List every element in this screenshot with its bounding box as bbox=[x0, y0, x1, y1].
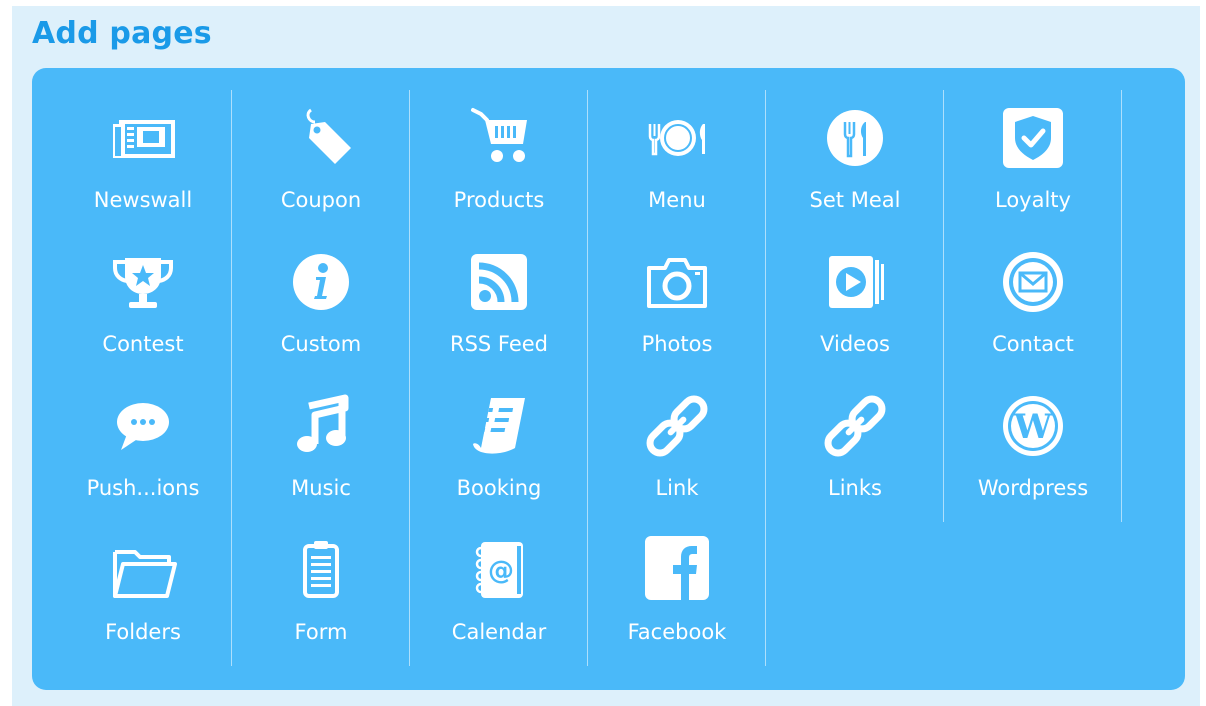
page-tile-label: Calendar bbox=[451, 620, 547, 644]
page-tile-label: Photos bbox=[641, 332, 713, 356]
chain-link-icon bbox=[817, 388, 893, 464]
page-tile-label: Custom bbox=[280, 332, 362, 356]
svg-text:@: @ bbox=[488, 556, 514, 586]
page-tile-contest[interactable]: Contest bbox=[54, 234, 232, 378]
chain-link-icon bbox=[639, 388, 715, 464]
address-book-icon: @ bbox=[461, 532, 537, 608]
page-tile-music[interactable]: Music bbox=[232, 378, 410, 522]
plate-cutlery-icon bbox=[639, 100, 715, 176]
page-tile-label: Videos bbox=[820, 332, 890, 356]
page-tile-label: Contest bbox=[102, 332, 184, 356]
page-tile-label: Form bbox=[294, 620, 348, 644]
page-tile-set-meal[interactable]: Set Meal bbox=[766, 90, 944, 234]
svg-text:W: W bbox=[1013, 407, 1053, 447]
page-tile-label: Facebook bbox=[627, 620, 727, 644]
page-tile-push-notifications[interactable]: Push...ions bbox=[54, 378, 232, 522]
tag-icon bbox=[283, 100, 359, 176]
page-tile-label: Music bbox=[291, 476, 351, 500]
page-tile-label: Booking bbox=[456, 476, 542, 500]
clipboard-icon bbox=[283, 532, 359, 608]
page-tile-loyalty[interactable]: Loyalty bbox=[944, 90, 1122, 234]
page-tile-calendar[interactable]: @ Calendar bbox=[410, 522, 588, 666]
music-note-icon bbox=[283, 388, 359, 464]
grid-column: Loyalty Contact W Wordpress bbox=[944, 90, 1122, 522]
page-tile-newswall[interactable]: Newswall bbox=[54, 90, 232, 234]
page-tile-booking[interactable]: Booking bbox=[410, 378, 588, 522]
grid-column: Newswall Contest Push...ions Folders bbox=[54, 90, 232, 666]
grid-column: Menu Photos Link Facebook bbox=[588, 90, 766, 666]
page-tile-label: Menu bbox=[648, 188, 706, 212]
page-tile-label: Wordpress bbox=[977, 476, 1089, 500]
page-tile-label: Links bbox=[828, 476, 882, 500]
wordpress-icon: W bbox=[995, 388, 1071, 464]
page-tile-label: Folders bbox=[105, 620, 181, 644]
page-tile-coupon[interactable]: Coupon bbox=[232, 90, 410, 234]
page-tile-form[interactable]: Form bbox=[232, 522, 410, 666]
fork-knife-circle-icon bbox=[817, 100, 893, 176]
grid-column: Products RSS Feed Booking @ Calendar bbox=[410, 90, 588, 666]
page-tile-label: Products bbox=[453, 188, 545, 212]
page-tile-facebook[interactable]: Facebook bbox=[588, 522, 766, 666]
newspaper-icon bbox=[105, 100, 181, 176]
add-pages-section: Add pages Newswall Contest Push...ions F… bbox=[12, 6, 1200, 706]
facebook-icon bbox=[639, 532, 715, 608]
shopping-cart-icon bbox=[461, 100, 537, 176]
page-tile-rss-feed[interactable]: RSS Feed bbox=[410, 234, 588, 378]
page-tile-label: Link bbox=[655, 476, 699, 500]
page-tile-videos[interactable]: Videos bbox=[766, 234, 944, 378]
shield-check-icon bbox=[995, 100, 1071, 176]
page-tile-label: Coupon bbox=[280, 188, 362, 212]
folder-icon bbox=[105, 532, 181, 608]
page-tile-link[interactable]: Link bbox=[588, 378, 766, 522]
page-tile-label: Loyalty bbox=[995, 188, 1071, 212]
page-tile-label: Push...ions bbox=[86, 476, 200, 500]
page-tile-label: Contact bbox=[992, 332, 1074, 356]
page-tile-photos[interactable]: Photos bbox=[588, 234, 766, 378]
page-tile-label: Set Meal bbox=[809, 188, 901, 212]
scroll-document-icon bbox=[461, 388, 537, 464]
speech-bubble-icon bbox=[105, 388, 181, 464]
page-tile-menu[interactable]: Menu bbox=[588, 90, 766, 234]
page-type-grid: Newswall Contest Push...ions Folders Cou… bbox=[32, 68, 1185, 690]
page-tile-label: Newswall bbox=[93, 188, 193, 212]
page-tile-custom[interactable]: Custom bbox=[232, 234, 410, 378]
grid-column: Coupon Custom Music Form bbox=[232, 90, 410, 666]
page-tile-products[interactable]: Products bbox=[410, 90, 588, 234]
trophy-icon bbox=[105, 244, 181, 320]
page-tile-contact[interactable]: Contact bbox=[944, 234, 1122, 378]
section-title: Add pages bbox=[32, 16, 212, 51]
page-tile-folders[interactable]: Folders bbox=[54, 522, 232, 666]
video-play-icon bbox=[817, 244, 893, 320]
camera-icon bbox=[639, 244, 715, 320]
page-tile-label: RSS Feed bbox=[449, 332, 549, 356]
grid-column: Set Meal Videos Links bbox=[766, 90, 944, 522]
rss-icon bbox=[461, 244, 537, 320]
page-tile-wordpress[interactable]: W Wordpress bbox=[944, 378, 1122, 522]
envelope-circle-icon bbox=[995, 244, 1071, 320]
info-icon bbox=[283, 244, 359, 320]
page-tile-links[interactable]: Links bbox=[766, 378, 944, 522]
